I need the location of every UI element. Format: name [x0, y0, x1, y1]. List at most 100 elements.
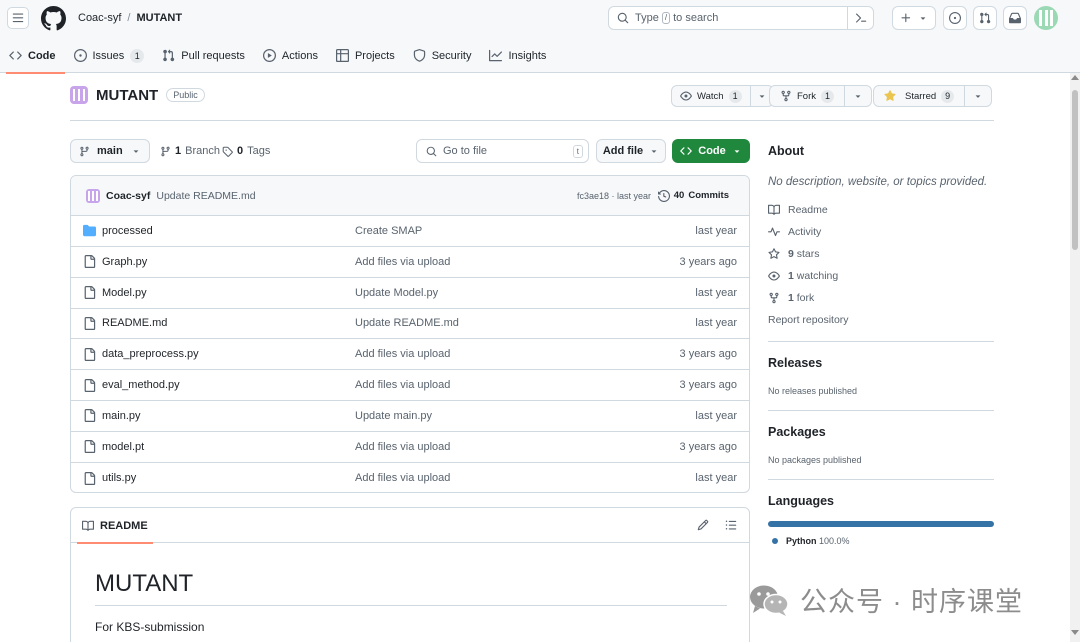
file-row[interactable]: main.py Update main.py last year	[71, 401, 749, 432]
star-dropdown[interactable]	[965, 86, 991, 106]
repo-tabs: Code Issues 1 Pull requests Actions Proj…	[0, 38, 555, 74]
breadcrumb-repo[interactable]: MUTANT	[136, 12, 182, 24]
tab-code[interactable]: Code	[0, 38, 65, 74]
commit-author[interactable]: Coac-syf	[106, 190, 150, 202]
tab-issues-label: Issues	[92, 49, 125, 62]
readme-link[interactable]: Readme	[768, 204, 828, 216]
commit-hash-time[interactable]: fc3ae18 · last year	[577, 191, 651, 201]
triangle-down-icon	[975, 95, 981, 98]
tab-projects[interactable]: Projects	[327, 38, 404, 73]
branches-label: Branch	[185, 145, 220, 157]
file-name[interactable]: processed	[102, 225, 153, 237]
repo-name[interactable]: MUTANT	[96, 87, 158, 104]
stars-link[interactable]: 9 stars	[768, 248, 820, 260]
packages-empty: No packages published	[768, 455, 862, 465]
file-commit-message[interactable]: Update main.py	[355, 410, 432, 422]
create-new-button[interactable]	[892, 6, 936, 30]
code-button[interactable]: Code	[672, 139, 750, 163]
sidebar-divider	[768, 479, 994, 480]
file-name[interactable]: Model.py	[102, 287, 147, 299]
language-item-python[interactable]: Python 100.0%	[772, 536, 850, 546]
file-row[interactable]: utils.py Add files via upload last year	[71, 463, 749, 492]
search-input[interactable]: Type / to search	[608, 6, 874, 30]
tab-actions[interactable]: Actions	[254, 38, 327, 73]
file-date: last year	[695, 286, 737, 299]
activity-link[interactable]: Activity	[768, 226, 821, 238]
fork-dropdown[interactable]	[845, 86, 871, 106]
triangle-down-icon	[920, 17, 926, 20]
file-row[interactable]: processed Create SMAP last year	[71, 216, 749, 247]
file-commit-message[interactable]: Update README.md	[355, 317, 459, 329]
repo-owner-avatar[interactable]	[70, 86, 88, 104]
scroll-up-arrow[interactable]	[1071, 75, 1079, 80]
file-name[interactable]: data_preprocess.py	[102, 348, 199, 360]
pull-requests-button[interactable]	[973, 6, 997, 30]
latest-commit-row: Coac-syf Update README.md fc3ae18 · last…	[71, 176, 749, 216]
about-title: About	[768, 144, 805, 158]
command-palette-button[interactable]	[847, 7, 873, 29]
tab-security[interactable]: Security	[404, 38, 481, 73]
repo-title: MUTANT Public	[70, 86, 205, 104]
repo-forked-icon	[769, 292, 779, 304]
releases-title[interactable]: Releases	[768, 356, 822, 370]
file-commit-message[interactable]: Add files via upload	[355, 379, 450, 391]
inbox-button[interactable]	[1003, 6, 1027, 30]
fork-button[interactable]: Fork 1	[769, 85, 873, 107]
user-avatar[interactable]	[1034, 6, 1058, 30]
scroll-down-arrow[interactable]	[1071, 630, 1079, 635]
github-logo-icon[interactable]	[41, 6, 66, 31]
file-commit-message[interactable]: Add files via upload	[355, 441, 450, 453]
star-button[interactable]: Starred 9	[873, 85, 993, 107]
table-icon	[335, 49, 349, 62]
file-row[interactable]: Model.py Update Model.py last year	[71, 278, 749, 309]
file-commit-message[interactable]: Add files via upload	[355, 348, 450, 360]
tab-insights[interactable]: Insights	[480, 38, 555, 73]
watching-link[interactable]: 1 watching	[768, 270, 838, 282]
commit-author-avatar[interactable]	[86, 188, 100, 203]
tab-pull-requests[interactable]: Pull requests	[153, 38, 254, 73]
issues-button[interactable]	[943, 6, 967, 30]
go-to-file-placeholder: Go to file	[443, 145, 488, 157]
tags-link[interactable]: 0 Tags	[222, 145, 270, 157]
scrollbar-thumb[interactable]	[1072, 90, 1078, 250]
readme-tab[interactable]: README	[77, 508, 153, 544]
menu-button[interactable]	[7, 7, 29, 29]
fork-count: 1	[821, 89, 835, 103]
file-name[interactable]: eval_method.py	[102, 379, 180, 391]
commit-message[interactable]: Update README.md	[156, 190, 255, 202]
file-icon	[83, 471, 96, 485]
star-fill-icon	[884, 90, 896, 101]
file-date: last year	[695, 317, 737, 330]
book-icon	[768, 204, 780, 215]
report-repository-link[interactable]: Report repository	[768, 314, 849, 326]
file-commit-message[interactable]: Update Model.py	[355, 287, 438, 299]
file-row[interactable]: README.md Update README.md last year	[71, 309, 749, 340]
forks-link[interactable]: 1 fork	[768, 292, 814, 304]
commits-link[interactable]: 40 Commits	[657, 189, 729, 202]
file-row[interactable]: eval_method.py Add files via upload 3 year…	[71, 370, 749, 402]
file-row[interactable]: model.pt Add files via upload 3 years ago	[71, 432, 749, 463]
file-commit-message[interactable]: Add files via upload	[355, 472, 450, 484]
go-to-file-kbd: t	[572, 145, 583, 158]
watch-button[interactable]: Watch 1	[671, 85, 774, 107]
packages-title[interactable]: Packages	[768, 425, 826, 439]
file-name[interactable]: Graph.py	[102, 256, 147, 268]
file-name[interactable]: utils.py	[102, 472, 136, 484]
edit-readme-button[interactable]	[697, 519, 709, 531]
file-row[interactable]: Graph.py Add files via upload 3 years ago	[71, 247, 749, 278]
language-name: Python	[786, 536, 817, 546]
add-file-button[interactable]: Add file	[596, 139, 666, 163]
branch-select[interactable]: main	[70, 139, 150, 163]
file-name[interactable]: README.md	[102, 317, 167, 329]
file-name[interactable]: main.py	[102, 410, 141, 422]
branches-link[interactable]: 1 Branch	[160, 145, 220, 157]
file-date: last year	[695, 472, 737, 485]
file-row[interactable]: data_preprocess.py Add files via upload 3 …	[71, 339, 749, 371]
tab-issues[interactable]: Issues 1	[65, 38, 154, 73]
file-name[interactable]: model.pt	[102, 441, 144, 453]
go-to-file-input[interactable]: Go to file t	[416, 139, 589, 163]
breadcrumb-owner[interactable]: Coac-syf	[78, 12, 121, 24]
file-commit-message[interactable]: Add files via upload	[355, 256, 450, 268]
file-commit-message[interactable]: Create SMAP	[355, 225, 422, 237]
outline-button[interactable]	[725, 519, 737, 531]
